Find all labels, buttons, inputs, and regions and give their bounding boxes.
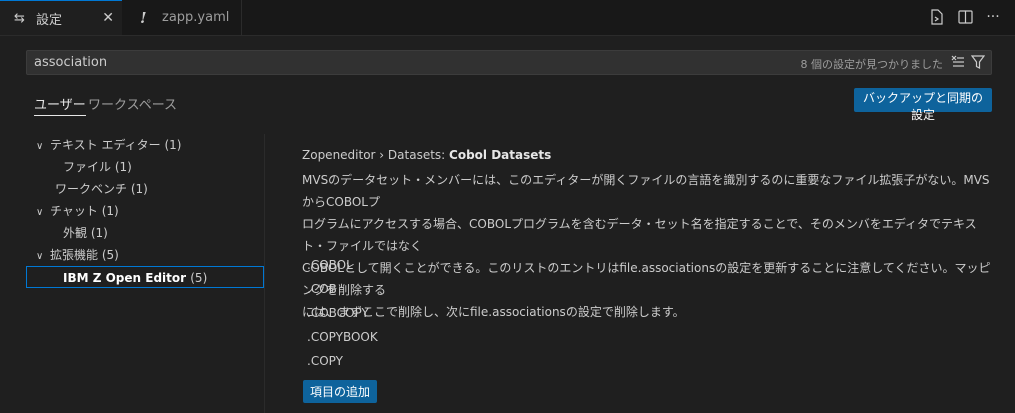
toc-item-appearance[interactable]: 外観 (1) bbox=[63, 222, 108, 244]
chevron-down-icon: ∨ bbox=[36, 251, 44, 262]
toc-item-count: (1) bbox=[130, 182, 148, 196]
toc-item-count: (5) bbox=[190, 271, 208, 285]
list-item[interactable]: .COPY bbox=[307, 354, 343, 368]
toc-item-label: ワークベンチ bbox=[55, 182, 128, 196]
list-item[interactable]: .COBOL bbox=[307, 258, 353, 272]
toc-item-extensions[interactable]: ∨ 拡張機能 (5) bbox=[36, 244, 119, 266]
toc-item-chat[interactable]: ∨ チャット (1) bbox=[36, 200, 119, 222]
setting-description: MVSのデータセット・メンバーには、このエディターが開くファイルの言語を識別する… bbox=[302, 169, 992, 323]
search-result-count: 8 個の設定が見つかりました bbox=[800, 58, 944, 71]
toc-item-count: (1) bbox=[114, 160, 132, 174]
open-settings-json-icon[interactable] bbox=[929, 9, 945, 25]
description-line: MVSのデータセット・メンバーには、このエディターが開くファイルの言語を識別する… bbox=[302, 173, 990, 209]
description-line: ログラムにアクセスする場合、COBOLプログラムを含むデータ・セット名を指定する… bbox=[302, 217, 977, 253]
setting-title: Zopeneditor › Datasets: Cobol Datasets bbox=[302, 148, 551, 162]
tab-settings-label: 設定 bbox=[36, 12, 63, 28]
toc-item-count: (1) bbox=[90, 226, 108, 240]
toc-item-label: IBM Z Open Editor bbox=[63, 271, 187, 285]
tab-settings[interactable]: ⇆ 設定 ✕ bbox=[0, 0, 122, 35]
yaml-warning-icon: ! bbox=[140, 8, 147, 27]
chevron-down-icon: ∨ bbox=[36, 207, 44, 218]
toc-item-count: (1) bbox=[164, 138, 182, 152]
toc-item-label: チャット bbox=[50, 204, 98, 218]
editor-tab-bar: ⇆ 設定 ✕ ! zapp.yaml ··· bbox=[0, 0, 1015, 36]
toc-item-label: 拡張機能 bbox=[50, 248, 99, 262]
toc-item-label: テキスト エディター bbox=[50, 138, 161, 152]
split-editor-icon[interactable] bbox=[957, 9, 973, 25]
filter-icon[interactable] bbox=[970, 54, 986, 74]
chevron-down-icon: ∨ bbox=[36, 141, 44, 152]
backup-sync-button[interactable]: バックアップと同期の設定 bbox=[854, 88, 992, 122]
tab-zapp-yaml[interactable]: ! zapp.yaml bbox=[122, 0, 242, 35]
clear-filter-icon[interactable] bbox=[951, 54, 965, 71]
toc-item-count: (1) bbox=[101, 204, 119, 218]
toc-item-files[interactable]: ファイル (1) bbox=[63, 156, 132, 178]
toc-item-label: 外観 bbox=[63, 226, 88, 240]
scope-tab-user[interactable]: ユーザー bbox=[34, 94, 86, 116]
list-item[interactable]: .COPYBOOK bbox=[307, 330, 378, 344]
description-line: には、まずここで削除し、次にfile.associationsの設定で削除します… bbox=[302, 305, 685, 319]
toc-divider bbox=[264, 134, 265, 413]
scope-tab-workspace[interactable]: ワークスペース bbox=[88, 94, 177, 113]
settings-search-input[interactable]: association 8 個の設定が見つかりました bbox=[26, 50, 992, 75]
tab-zapp-yaml-label: zapp.yaml bbox=[162, 10, 230, 25]
toc-item-workbench[interactable]: ワークベンチ (1) bbox=[55, 178, 148, 200]
setting-name: Cobol Datasets bbox=[449, 148, 552, 162]
add-item-button[interactable]: 項目の追加 bbox=[303, 380, 377, 403]
close-icon[interactable]: ✕ bbox=[102, 10, 114, 26]
toc-item-text-editor[interactable]: ∨ テキスト エディター (1) bbox=[36, 134, 181, 156]
toc-item-count: (5) bbox=[101, 248, 119, 262]
more-actions-icon[interactable]: ··· bbox=[985, 9, 1001, 25]
list-item[interactable]: .COBCOPY bbox=[307, 306, 369, 320]
description-line: COBOLとして開くことができる。このリストのエントリはfile.associa… bbox=[302, 261, 991, 297]
toc-item-ibm-z-open-editor[interactable]: IBM Z Open Editor (5) bbox=[26, 266, 264, 288]
list-item[interactable]: .COB bbox=[307, 282, 337, 296]
toc-item-label: ファイル bbox=[63, 160, 112, 174]
settings-icon: ⇆ bbox=[14, 10, 25, 26]
search-input-value[interactable]: association bbox=[34, 55, 107, 70]
setting-category: Zopeneditor › Datasets: bbox=[302, 148, 450, 162]
tab-actions: ··· bbox=[929, 9, 1001, 25]
